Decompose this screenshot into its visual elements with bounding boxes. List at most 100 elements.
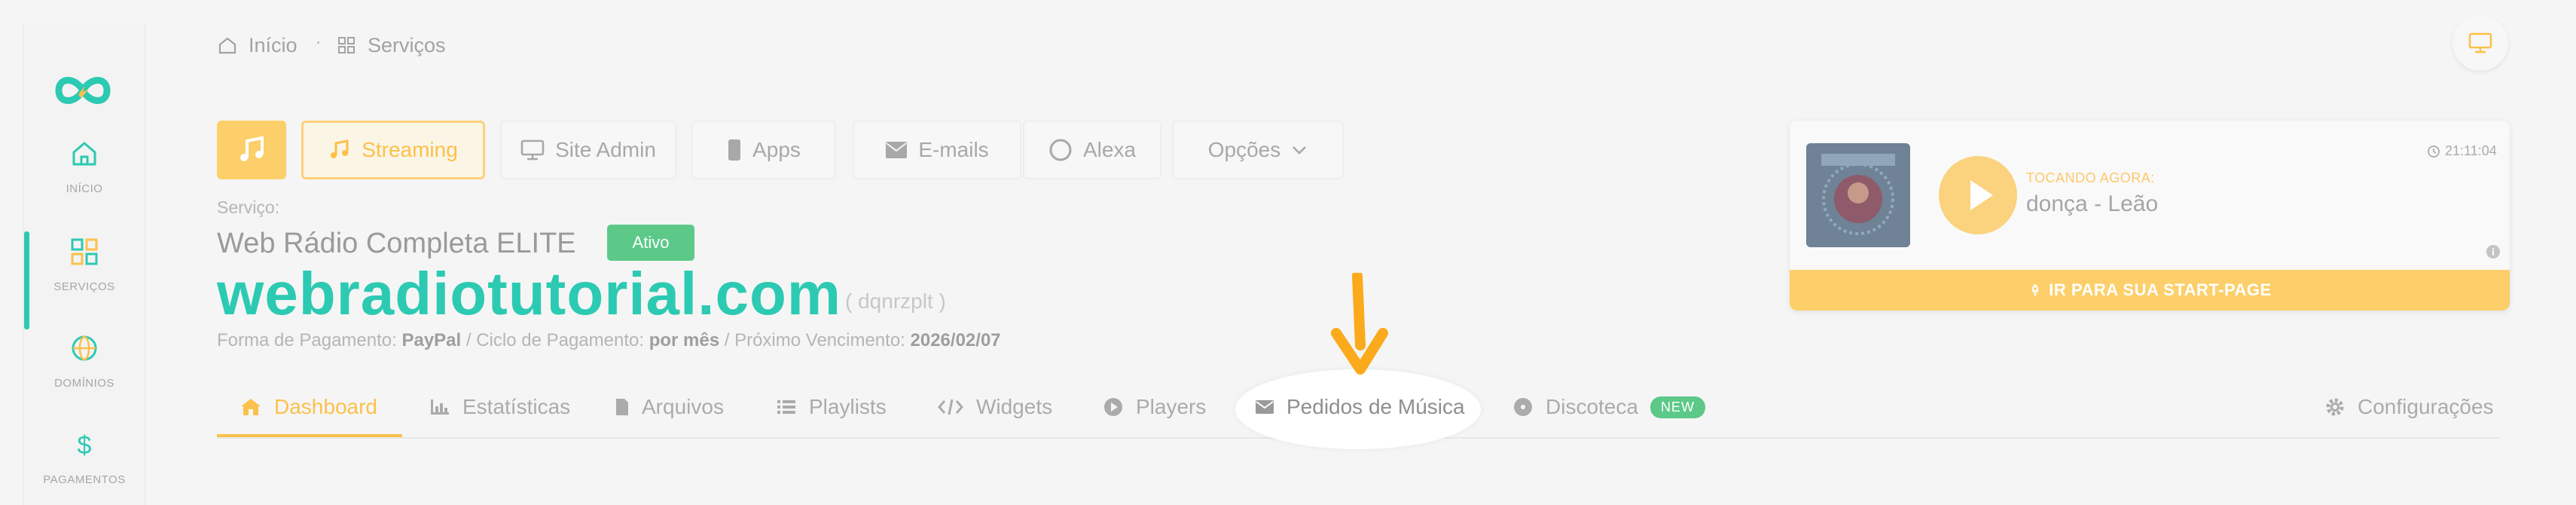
tab-arquivos-label: Arquivos (642, 395, 724, 418)
mobile-icon (728, 139, 741, 161)
breadcrumb-current: Serviços (336, 30, 446, 60)
song-title: donça - Leão (2026, 191, 2159, 216)
tab-players[interactable]: Players (1103, 384, 1206, 430)
tab-dashboard[interactable]: Dashboard (240, 384, 377, 430)
tab-playlists[interactable]: Playlists (776, 384, 887, 430)
file-icon (616, 399, 628, 415)
tab-alexa-label: Alexa (1082, 138, 1137, 161)
sidebar-item-label: PAGAMENTOS (43, 473, 126, 486)
grid-icon (71, 238, 98, 265)
cycle-value: por mês (649, 330, 720, 350)
new-badge: NEW (1650, 396, 1705, 418)
infinity-logo-icon[interactable] (45, 53, 121, 128)
now-playing-card: TOCANDO AGORA: donça - Leão 21:11:04 IR … (1790, 121, 2510, 311)
chevron-down-icon (1293, 146, 1307, 155)
domain-title: webradiotutorial.com (217, 260, 841, 327)
music-note-icon (240, 136, 264, 161)
code-icon (938, 399, 963, 415)
due-value: 2026/02/07 (910, 330, 1001, 350)
desktop-icon (520, 139, 545, 161)
tab-configuracoes-label: Configurações (2358, 395, 2494, 418)
tab-dashboard-label: Dashboard (274, 395, 377, 418)
monitor-icon (2468, 32, 2492, 54)
opcoes-dropdown-label: Opções (1207, 138, 1281, 161)
tab-streaming[interactable]: Streaming (301, 121, 485, 179)
disc-icon (1514, 398, 1532, 416)
list-icon (777, 400, 795, 414)
breadcrumb-separator: · (315, 30, 322, 53)
tab-alexa[interactable]: Alexa (1023, 121, 1161, 179)
tab-emails[interactable]: E-mails (853, 121, 1021, 179)
breadcrumb-home-label: Início (249, 33, 298, 57)
tab-streaming-label: Streaming (362, 138, 458, 161)
service-label: Serviço: (217, 197, 280, 217)
service-code: ( dqnrzplt ) (845, 289, 946, 313)
breadcrumb-current-label: Serviços (368, 33, 446, 57)
play-circle-icon (1104, 398, 1122, 416)
globe-icon (72, 335, 97, 361)
annotation-arrow-icon (1331, 273, 1388, 375)
grid-icon (338, 37, 355, 54)
tab-pedidos-musica[interactable]: Pedidos de Música (1255, 384, 1465, 430)
music-button[interactable] (217, 121, 286, 179)
home-icon (72, 142, 96, 166)
tab-playlists-label: Playlists (809, 395, 887, 418)
active-tab-underline (217, 434, 402, 437)
home-icon (241, 399, 261, 415)
sidebar-item-pagamentos[interactable]: $ PAGAMENTOS (24, 427, 145, 486)
tab-discoteca-label: Discoteca (1546, 395, 1638, 418)
album-art-icon (1806, 143, 1910, 247)
breadcrumb-home[interactable]: Início (217, 30, 298, 60)
tab-site-admin-label: Site Admin (555, 138, 656, 161)
plan-name: Web Rádio Completa ELITE (217, 228, 576, 259)
album-cover (1806, 143, 1910, 247)
tab-configuracoes[interactable]: Configurações (2324, 384, 2494, 430)
tab-pedidos-musica-label: Pedidos de Música (1286, 395, 1465, 418)
player-time-value: 21:11:04 (2445, 143, 2497, 158)
sidebar-item-dominios[interactable]: DOMÍNIOS (24, 330, 145, 390)
sidebar-item-inicio[interactable]: INÍCIO (24, 136, 145, 195)
status-badge: Ativo (607, 225, 694, 261)
start-page-button[interactable]: IR PARA SUA START-PAGE (1790, 270, 2510, 311)
sidebar: INÍCIO SERVIÇOS DOMÍNIOS $ PAGAMENTOS (23, 23, 146, 505)
svg-text:$: $ (78, 431, 92, 460)
payment-info: Forma de Pagamento: PayPal / Ciclo de Pa… (217, 330, 1001, 351)
play-icon (1970, 180, 1993, 210)
gear-icon (2326, 398, 2344, 416)
tab-apps[interactable]: Apps (691, 121, 836, 179)
envelope-icon (886, 142, 908, 158)
dollar-icon: $ (78, 431, 92, 460)
tab-emails-label: E-mails (918, 138, 989, 161)
opcoes-dropdown[interactable]: Opções (1172, 121, 1344, 179)
tab-widgets-label: Widgets (976, 395, 1053, 418)
sidebar-item-label: INÍCIO (66, 182, 103, 195)
info-icon[interactable] (2486, 244, 2501, 259)
music-note-icon (331, 139, 349, 158)
home-icon (218, 37, 237, 54)
tab-apps-label: Apps (752, 138, 801, 161)
envelope-icon (1256, 400, 1274, 414)
rocket-icon (2032, 284, 2039, 297)
bar-chart-icon (431, 399, 449, 415)
tab-players-label: Players (1136, 395, 1207, 418)
play-button[interactable] (1939, 156, 2017, 234)
tab-estatisticas[interactable]: Estatísticas (429, 384, 570, 430)
start-page-label: IR PARA SUA START-PAGE (2049, 280, 2272, 299)
sidebar-item-label: SERVIÇOS (53, 280, 115, 293)
tab-discoteca[interactable]: Discoteca NEW (1512, 384, 1705, 430)
monitor-button[interactable] (2452, 15, 2508, 71)
tab-arquivos[interactable]: Arquivos (615, 384, 724, 430)
tab-estatisticas-label: Estatísticas (462, 395, 571, 418)
clock-icon (2428, 145, 2440, 158)
now-playing-label: TOCANDO AGORA: (2026, 170, 2155, 185)
cycle-label: / Ciclo de Pagamento: (465, 330, 645, 350)
due-label: / Próximo Vencimento: (724, 330, 905, 350)
alexa-icon (1049, 139, 1072, 161)
sidebar-item-label: DOMÍNIOS (54, 377, 114, 390)
payment-label: Forma de Pagamento: (217, 330, 397, 350)
player-time: 21:11:04 (2427, 143, 2497, 159)
tab-widgets[interactable]: Widgets (937, 384, 1052, 430)
payment-value: PayPal (401, 330, 462, 350)
tab-site-admin[interactable]: Site Admin (500, 121, 676, 179)
sidebar-item-servicos[interactable]: SERVIÇOS (24, 234, 145, 293)
